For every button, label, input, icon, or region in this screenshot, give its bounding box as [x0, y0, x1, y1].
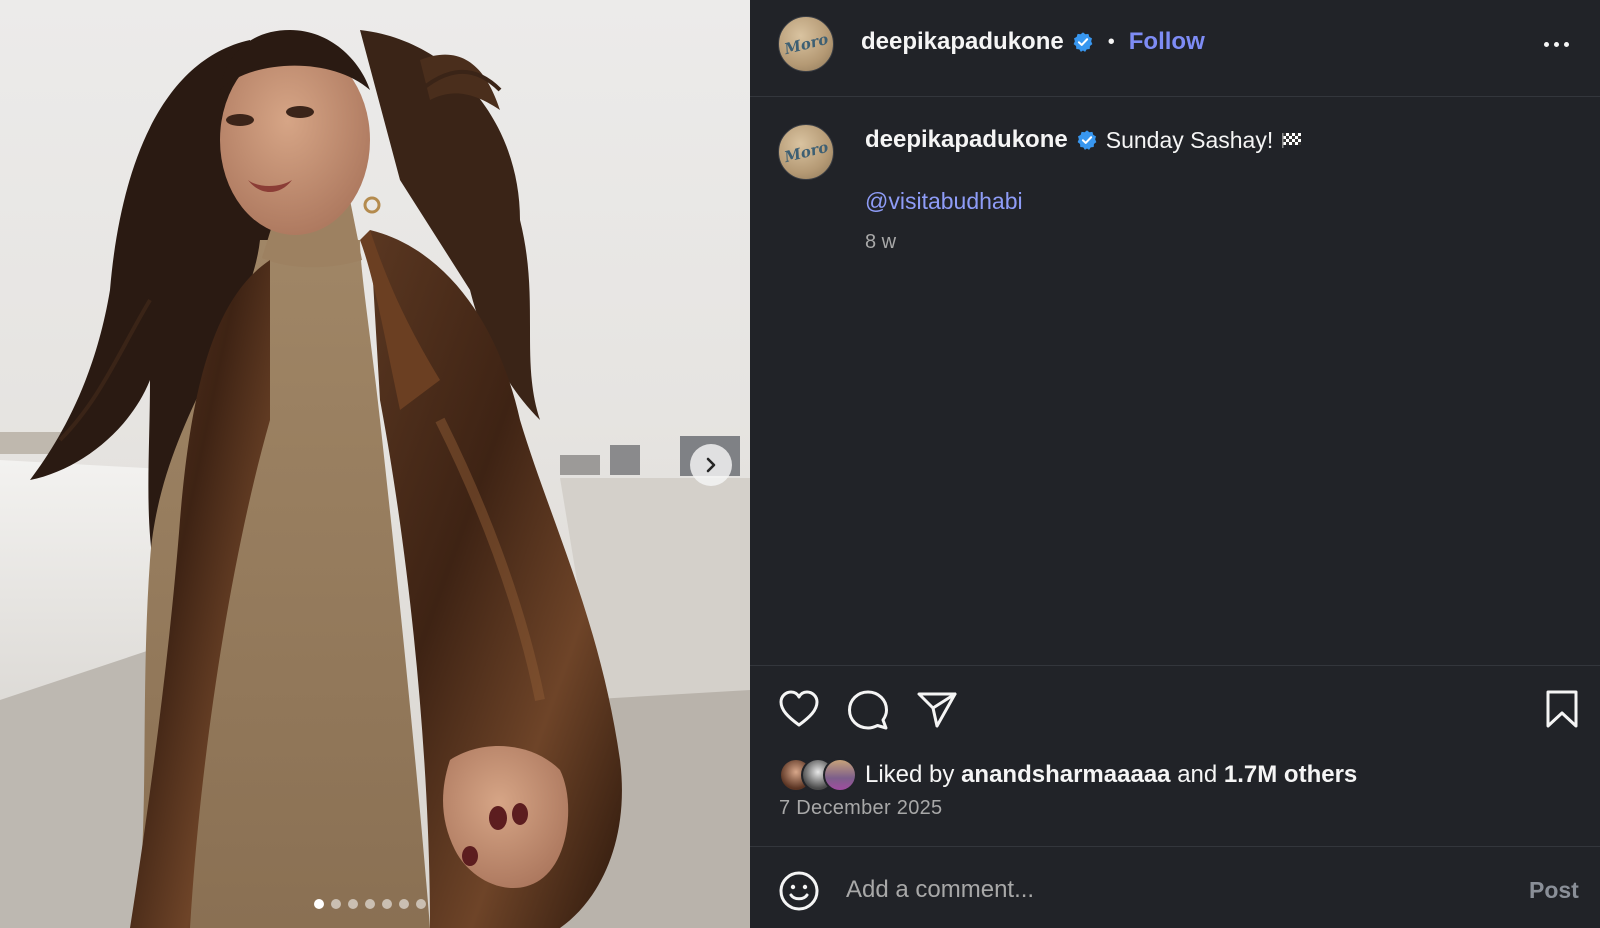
more-options-icon[interactable]	[1544, 34, 1569, 54]
liker-avatar	[823, 758, 857, 792]
author-avatar[interactable]: Moro	[778, 16, 834, 72]
carousel-dot	[348, 899, 358, 909]
dot-separator: •	[1107, 30, 1115, 53]
actions-divider	[750, 665, 1600, 666]
smiley-icon	[779, 871, 819, 911]
chequered-flag-emoji	[1282, 133, 1302, 148]
like-button[interactable]	[778, 689, 820, 734]
emoji-button[interactable]	[778, 870, 820, 917]
comment-button[interactable]	[847, 689, 889, 736]
post-media[interactable]	[0, 0, 750, 928]
send-paper-plane-icon	[917, 692, 957, 728]
save-button[interactable]	[1544, 689, 1580, 734]
verified-badge-icon	[1077, 130, 1097, 150]
liked-prefix: Liked by	[865, 761, 955, 788]
author-username[interactable]: deepikapadukone	[861, 28, 1064, 56]
comment-input[interactable]	[846, 872, 1466, 908]
post-date: 7 December 2025	[779, 797, 943, 819]
avatar-logo-text: Moro	[782, 137, 830, 167]
carousel-dot	[331, 899, 341, 909]
post-photo	[0, 0, 750, 928]
follow-button[interactable]: Follow	[1129, 28, 1205, 56]
caption-author-avatar[interactable]: Moro	[778, 124, 834, 180]
carousel-dot	[314, 899, 324, 909]
post-age[interactable]: 8 w	[865, 231, 896, 254]
carousel-indicators	[314, 899, 426, 909]
avatar-logo-text: Moro	[782, 29, 830, 59]
caption-username[interactable]: deepikapadukone	[865, 126, 1068, 154]
carousel-next-button[interactable]	[690, 444, 732, 486]
bookmark-icon	[1546, 690, 1578, 728]
post-comment-button[interactable]: Post	[1529, 877, 1579, 904]
chevron-right-icon	[706, 457, 716, 473]
author-info: deepikapadukone • Follow	[861, 28, 1205, 56]
carousel-dot	[399, 899, 409, 909]
carousel-dot	[365, 899, 375, 909]
liked-user-link[interactable]: anandsharmaaaaa	[961, 761, 1170, 788]
caption-text: Sunday Sashay!	[1105, 126, 1274, 153]
liked-and: and	[1177, 761, 1218, 788]
likes-summary[interactable]: Liked by anandsharmaaaaa and 1.7M others	[779, 758, 1357, 792]
comment-divider	[750, 846, 1600, 847]
post-header: Moro deepikapadukone • Follow	[750, 0, 1600, 97]
heart-icon	[779, 690, 819, 727]
caption-line: deepikapadukone Sunday Sashay!	[865, 126, 1303, 154]
carousel-dot	[416, 899, 426, 909]
verified-badge-icon	[1073, 32, 1093, 52]
likes-text: Liked by anandsharmaaaaa and 1.7M others	[865, 761, 1357, 789]
comment-bubble-icon	[848, 690, 888, 730]
share-button[interactable]	[916, 689, 958, 736]
caption-mention-link[interactable]: @visitabudhabi	[865, 188, 1023, 215]
liked-others-link[interactable]: 1.7M others	[1224, 761, 1357, 788]
carousel-dot	[382, 899, 392, 909]
